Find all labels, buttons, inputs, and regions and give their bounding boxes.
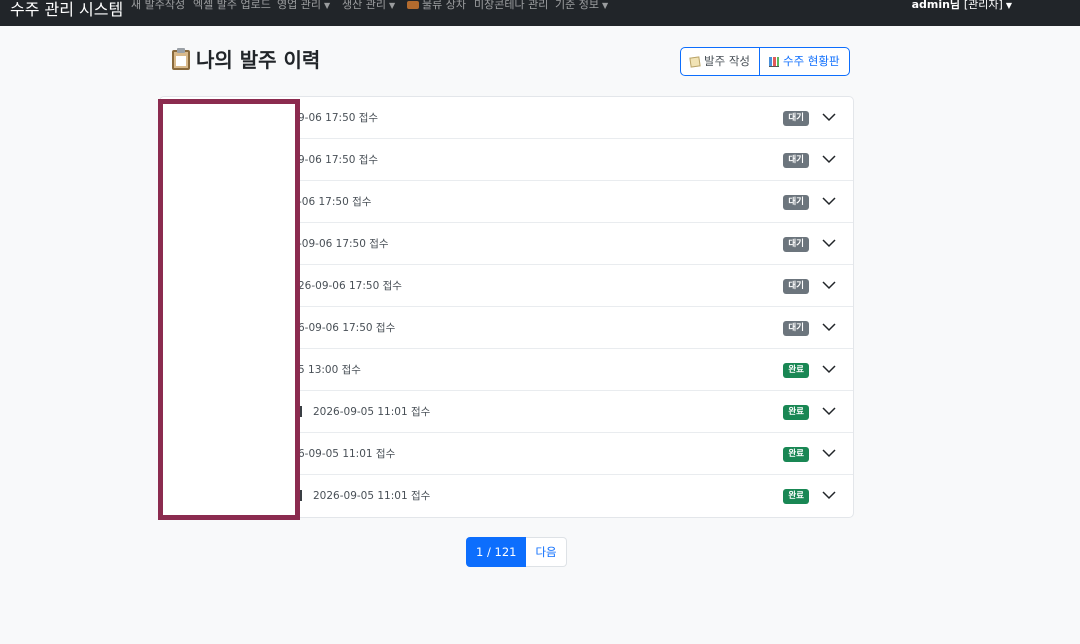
chevron-down-icon[interactable] <box>822 320 836 334</box>
order-received-text: 6-09-05 11:01 접수 <box>298 448 396 460</box>
chevron-down-icon[interactable] <box>822 278 836 292</box>
nav-item-production[interactable]: 생산 관리 ▼ <box>342 0 395 12</box>
page-title: 나의 발주 이력 <box>172 44 320 73</box>
status-badge: 완료 <box>783 363 809 378</box>
nav-item-label: 영업 관리 <box>277 0 321 11</box>
header-button-group: 발주 작성 수주 현황판 <box>680 47 850 76</box>
nav-item-logistics[interactable]: 물류 상차 <box>407 0 466 12</box>
status-badge: 대기 <box>783 153 809 168</box>
nav-item-label: 미장콘테나 관리 <box>474 0 549 11</box>
create-order-button[interactable]: 발주 작성 <box>681 48 759 75</box>
chevron-down-icon[interactable] <box>822 404 836 418</box>
order-received-text: 2026-09-05 11:01 접수 <box>313 406 431 418</box>
order-received-text: 2026-09-05 11:01 접수 <box>313 490 431 502</box>
status-badge: 대기 <box>783 321 809 336</box>
nav-item-label: 새 발주작성 <box>131 0 186 11</box>
status-badge: 대기 <box>783 111 809 126</box>
bar-chart-icon <box>768 56 779 67</box>
nav-item-sales[interactable]: 영업 관리 ▼ <box>277 0 330 12</box>
nav-item-label: 기준 정보 <box>555 0 599 11</box>
create-order-label: 발주 작성 <box>704 54 750 68</box>
top-navbar: 수주 관리 시스템 새 발주작성 엑셀 발주 업로드 영업 관리 ▼ 생산 관리 ▼… <box>0 0 1080 26</box>
order-received-text: 6-09-06 17:50 접수 <box>298 322 396 334</box>
chevron-down-icon[interactable] <box>822 446 836 460</box>
status-badge: 완료 <box>783 489 809 504</box>
nav-item-label: 생산 관리 <box>342 0 386 11</box>
caret-down-icon: ▼ <box>601 0 609 10</box>
order-dashboard-label: 수주 현황판 <box>782 54 840 68</box>
caret-down-icon: ▼ <box>388 0 396 10</box>
page-title-text: 나의 발주 이력 <box>196 48 321 72</box>
status-badge: 완료 <box>783 405 809 420</box>
truck-icon <box>407 1 419 9</box>
nav-item-excel-upload[interactable]: 엑셀 발주 업로드 <box>193 0 271 12</box>
chevron-down-icon[interactable] <box>822 362 836 376</box>
status-badge: 완료 <box>783 447 809 462</box>
nav-item-master-data[interactable]: 기준 정보 ▼ <box>555 0 608 12</box>
nav-item-label: 물류 상차 <box>422 0 466 11</box>
app-brand[interactable]: 수주 관리 시스템 <box>10 0 123 20</box>
chevron-down-icon[interactable] <box>822 152 836 166</box>
nav-item-label: 엑셀 발주 업로드 <box>193 0 271 11</box>
redaction-box <box>158 99 300 520</box>
clipboard-icon <box>172 48 190 70</box>
chevron-down-icon[interactable] <box>822 236 836 250</box>
chevron-down-icon[interactable] <box>822 488 836 502</box>
caret-down-icon: ▼ <box>1005 0 1012 10</box>
nav-item-container[interactable]: 미장콘테나 관리 <box>474 0 548 12</box>
current-page: 1 / 121 <box>466 537 527 567</box>
order-dashboard-button[interactable]: 수주 현황판 <box>758 48 849 75</box>
nav-item-new-order[interactable]: 새 발주작성 <box>131 0 185 12</box>
status-badge: 대기 <box>783 279 809 294</box>
memo-icon <box>689 55 701 68</box>
chevron-down-icon[interactable] <box>822 194 836 208</box>
order-received-text: 9-06 17:50 접수 <box>298 154 379 166</box>
user-role: [관리자] <box>963 0 1003 11</box>
status-badge: 대기 <box>783 195 809 210</box>
user-menu[interactable]: admin님 [관리자] ▼ <box>912 0 1012 12</box>
order-received-text: 5 13:00 접수 <box>298 364 361 376</box>
next-page-button[interactable]: 다음 <box>526 537 567 567</box>
order-received-text: -06 17:50 접수 <box>298 196 372 208</box>
order-received-text: 9-06 17:50 접수 <box>298 112 379 124</box>
status-badge: 대기 <box>783 237 809 252</box>
pagination: 1 / 121 다음 <box>466 537 567 567</box>
user-name: admin님 <box>911 0 961 11</box>
chevron-down-icon[interactable] <box>822 110 836 124</box>
caret-down-icon: ▼ <box>323 0 331 10</box>
order-received-text: 26-09-06 17:50 접수 <box>298 280 402 292</box>
order-received-text: -09-06 17:50 접수 <box>298 238 389 250</box>
